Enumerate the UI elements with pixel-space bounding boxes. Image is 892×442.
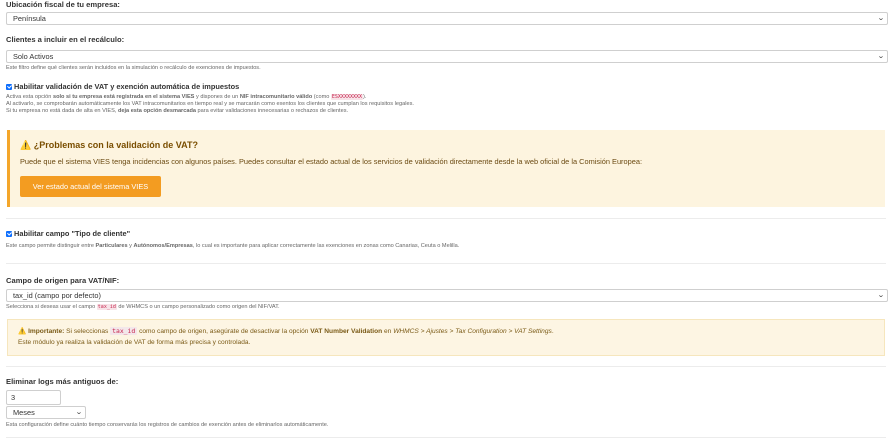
vies-warning-title-text: ¿Problemas con la validación de VAT? bbox=[33, 140, 198, 150]
divider bbox=[6, 263, 886, 264]
vies-warning-text: Puede que el sistema VIES tenga incidenc… bbox=[20, 157, 643, 166]
vat-validation-checkbox-label: Habilitar validación de VAT y exención a… bbox=[14, 82, 240, 91]
chevron-down-icon: ⌄ bbox=[75, 409, 83, 416]
important-notice-text: Si seleccionas bbox=[64, 328, 111, 335]
client-type-checkbox[interactable] bbox=[6, 231, 12, 237]
divider bbox=[6, 437, 886, 438]
important-notice-path: WHMCS > Ajustes > Tax Configuration > VA… bbox=[393, 328, 552, 335]
important-notice-text: . bbox=[551, 328, 554, 335]
client-type-help-text: , lo cual es importante para aplicar cor… bbox=[192, 243, 460, 249]
vat-help-text: ). bbox=[363, 94, 367, 100]
vies-warning-title: ⚠️ ¿Problemas con la validación de VAT? bbox=[20, 140, 198, 151]
vat-help: Activa esta opción solo si tu empresa es… bbox=[6, 94, 886, 114]
important-notice-text: en bbox=[382, 328, 394, 335]
divider bbox=[6, 366, 886, 367]
tax-id-code: tax_id bbox=[96, 304, 117, 310]
origin-field-select[interactable]: tax_id (campo por defecto) ⌄ bbox=[6, 289, 888, 302]
origin-field-value: tax_id (campo por defecto) bbox=[13, 291, 101, 300]
client-type-help-strong: Autónomos/Empresas bbox=[133, 243, 193, 249]
vat-help-strong: NIF intracomunitario válido bbox=[239, 94, 313, 100]
vat-example-code: ESXXXXXXXX bbox=[330, 94, 364, 100]
warning-icon: ⚠️ bbox=[20, 140, 32, 150]
chevron-down-icon: ⌄ bbox=[877, 53, 885, 60]
vat-validation-checkbox[interactable] bbox=[6, 84, 12, 90]
client-type-checkbox-row[interactable]: Habilitar campo "Tipo de cliente" bbox=[6, 229, 130, 239]
fiscal-location-value: Península bbox=[13, 14, 46, 23]
vat-help-text: Si tu empresa no está dada de alta en VI… bbox=[6, 107, 118, 114]
chevron-down-icon: ⌄ bbox=[877, 15, 885, 22]
vat-help-line-1: Activa esta opción solo si tu empresa es… bbox=[6, 94, 886, 101]
origin-field-label: Campo de origen para VAT/NIF: bbox=[6, 276, 120, 285]
origin-help-text: de WHMCS o un campo personalizado como o… bbox=[116, 304, 280, 310]
fiscal-location-select[interactable]: Península ⌄ bbox=[6, 12, 888, 25]
divider bbox=[6, 218, 886, 219]
tax-id-code: tax_id bbox=[110, 327, 138, 335]
vat-help-text: Activa esta opción bbox=[6, 94, 53, 100]
origin-field-help: Selecciona si deseas usar el campo tax_i… bbox=[6, 304, 280, 311]
clients-filter-help: Este filtro define qué clientes serán in… bbox=[6, 65, 261, 71]
important-notice-strong: VAT Number Validation bbox=[310, 328, 383, 335]
important-notice-box: ⚠️ Importante: Si seleccionas tax_id com… bbox=[7, 319, 885, 356]
logs-retention-label: Eliminar logs más antiguos de: bbox=[6, 377, 119, 386]
important-notice-text: como campo de origen, asegúrate de desac… bbox=[137, 328, 311, 335]
vat-help-strong: deja esta opción desmarcada bbox=[117, 107, 196, 114]
vies-status-button[interactable]: Ver estado actual del sistema VIES bbox=[20, 176, 161, 197]
important-notice-line-1: ⚠️ Importante: Si seleccionas tax_id com… bbox=[18, 327, 554, 336]
vat-help-text: para evitar validaciones innecesarias o … bbox=[196, 107, 349, 114]
logs-retention-help: Esta configuración define cuánto tiempo … bbox=[6, 422, 329, 428]
warning-icon: ⚠️ bbox=[18, 328, 27, 335]
vat-help-line-3: Si tu empresa no está dada de alta en VI… bbox=[6, 108, 886, 115]
fiscal-location-label: Ubicación fiscal de tu empresa: bbox=[6, 0, 120, 9]
client-type-help-text: Este campo permite distinguir entre bbox=[6, 243, 96, 249]
origin-help-text: Selecciona si deseas usar el campo bbox=[6, 304, 97, 310]
vat-help-text: (como bbox=[312, 94, 331, 100]
client-type-help-strong: Particulares bbox=[95, 243, 128, 249]
clients-filter-select[interactable]: Solo Activos ⌄ bbox=[6, 50, 888, 63]
logs-retention-unit-select[interactable]: Meses ⌄ bbox=[6, 406, 86, 419]
clients-filter-label: Clientes a incluir en el recálculo: bbox=[6, 35, 125, 44]
vat-help-strong: solo si tu empresa está registrada en el… bbox=[52, 94, 195, 100]
important-notice-strong: Importante: bbox=[28, 328, 65, 335]
logs-retention-unit-value: Meses bbox=[13, 408, 35, 417]
client-type-checkbox-label: Habilitar campo "Tipo de cliente" bbox=[14, 229, 131, 238]
important-notice-line-2: Este módulo ya realiza la validación de … bbox=[18, 339, 251, 346]
client-type-help: Este campo permite distinguir entre Part… bbox=[6, 243, 459, 250]
vat-help-text: y dispones de un bbox=[194, 94, 240, 100]
chevron-down-icon: ⌄ bbox=[877, 292, 885, 299]
vies-warning-box: ⚠️ ¿Problemas con la validación de VAT? … bbox=[7, 130, 885, 207]
vat-help-line-2: Al activarlo, se comprobarán automáticam… bbox=[6, 100, 414, 107]
logs-retention-number-input[interactable]: 3 bbox=[6, 390, 61, 405]
clients-filter-value: Solo Activos bbox=[13, 52, 54, 61]
vat-validation-checkbox-row[interactable]: Habilitar validación de VAT y exención a… bbox=[6, 82, 239, 92]
